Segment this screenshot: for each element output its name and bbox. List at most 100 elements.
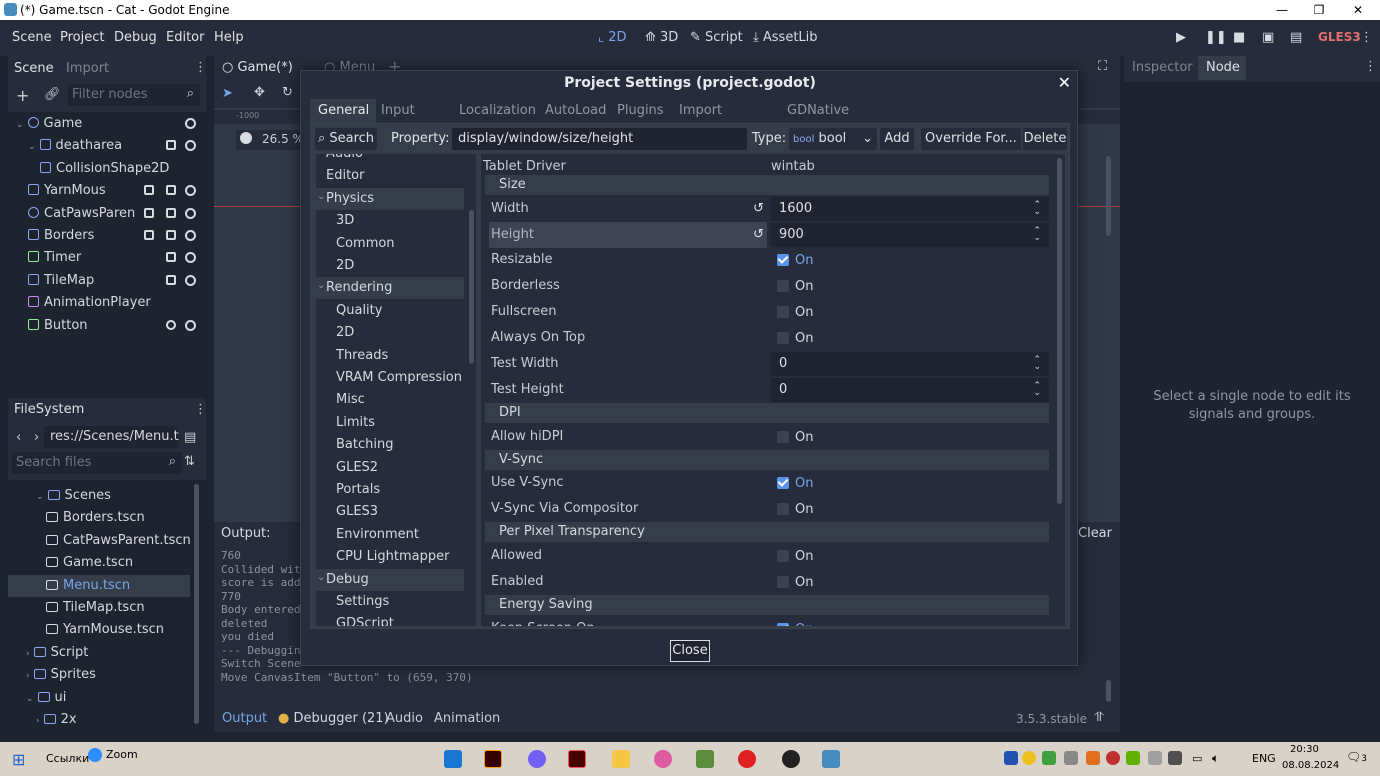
checkbox-field[interactable]: On bbox=[771, 617, 1049, 626]
mode-2d[interactable]: ⌞ 2D bbox=[598, 30, 627, 45]
menu-help[interactable]: Help bbox=[214, 30, 244, 45]
checkbox-field[interactable]: On bbox=[771, 326, 1049, 350]
tab-plugins[interactable]: Plugins bbox=[609, 99, 671, 123]
file-item[interactable]: TileMap.tscn bbox=[8, 597, 190, 619]
search-button[interactable]: ⌕ Search bbox=[315, 128, 377, 150]
chevron-right-icon[interactable]: › bbox=[26, 671, 30, 681]
zoom-app-icon[interactable] bbox=[88, 748, 102, 762]
delete-button[interactable]: Delete bbox=[1023, 128, 1067, 150]
file-item[interactable]: YarnMouse.tscn bbox=[8, 619, 190, 641]
checkbox-icon[interactable] bbox=[777, 254, 789, 267]
checkbox-icon[interactable] bbox=[777, 503, 789, 516]
signal-icon[interactable] bbox=[166, 319, 176, 330]
back-icon[interactable]: ‹ bbox=[16, 430, 21, 445]
folder-item[interactable]: › Script bbox=[8, 642, 190, 664]
mode-script[interactable]: ✎ Script bbox=[690, 30, 743, 45]
category-item[interactable]: GLES2 bbox=[316, 457, 464, 479]
scene-node[interactable]: Button bbox=[8, 315, 206, 337]
property-input[interactable]: display/window/size/height bbox=[452, 128, 747, 150]
nvidia-icon[interactable] bbox=[1126, 751, 1140, 765]
tab-animation[interactable]: Animation bbox=[434, 711, 500, 726]
network-icon[interactable]: ▭ bbox=[1192, 752, 1202, 765]
category-item[interactable]: Settings bbox=[316, 591, 464, 613]
menu-project[interactable]: Project bbox=[60, 30, 104, 45]
type-select[interactable]: bool bool ⌄ bbox=[789, 128, 877, 150]
property-row[interactable]: Width ↺ 1600 ⌃ ⌄ bbox=[485, 196, 1049, 222]
tab-game[interactable]: ○ Game(*) bbox=[222, 60, 293, 75]
chevron-down-icon[interactable]: ⌄ bbox=[28, 142, 36, 152]
scene-node[interactable]: YarnMous bbox=[8, 180, 206, 202]
tab-output[interactable]: Output bbox=[222, 711, 267, 726]
minimize-button[interactable]: — bbox=[1264, 0, 1300, 20]
property-scrollbar[interactable] bbox=[1057, 158, 1062, 504]
filter-nodes-input[interactable]: Filter nodes ⌕ bbox=[68, 84, 200, 106]
property-row[interactable]: Allow hiDPI On bbox=[485, 424, 1049, 450]
visibility-eye-icon[interactable] bbox=[185, 140, 196, 152]
pause-button[interactable]: ❚❚ bbox=[1205, 30, 1227, 45]
override-for-button[interactable]: Override For... bbox=[921, 128, 1021, 150]
tray-icon[interactable] bbox=[1106, 751, 1120, 765]
category-item[interactable]: GLES3 bbox=[316, 501, 464, 523]
checkbox-field[interactable]: On bbox=[771, 544, 1049, 568]
checkbox-icon[interactable] bbox=[777, 549, 789, 562]
category-item[interactable]: GDScript bbox=[316, 613, 464, 626]
scene-node[interactable]: ⌄ deatharea bbox=[8, 135, 206, 157]
tab-general[interactable]: General bbox=[310, 99, 376, 123]
checkbox-icon[interactable] bbox=[777, 306, 789, 319]
visibility-eye-icon[interactable] bbox=[185, 230, 196, 241]
tray-icon[interactable] bbox=[1148, 751, 1162, 765]
tab-import[interactable]: Import bbox=[66, 61, 109, 76]
menu-debug[interactable]: Debug bbox=[114, 30, 157, 45]
close-dialog-icon[interactable]: ✕ bbox=[1058, 73, 1071, 92]
chevron-down-icon[interactable]: ⌄ bbox=[317, 275, 325, 297]
property-row[interactable]: Fullscreen On bbox=[485, 299, 1049, 325]
tab-input-map[interactable]: Input Map bbox=[373, 99, 451, 142]
tab-localization[interactable]: Localization bbox=[451, 99, 541, 123]
checkbox-icon[interactable] bbox=[777, 575, 789, 588]
mode-assetlib[interactable]: ⤓ AssetLib bbox=[753, 30, 818, 45]
checkbox-field[interactable]: On bbox=[771, 570, 1049, 594]
clock-date[interactable]: 08.08.2024 bbox=[1282, 760, 1339, 771]
obs-icon[interactable] bbox=[782, 750, 800, 768]
path-field[interactable]: res://Scenes/Menu.t bbox=[44, 426, 179, 448]
script-icon[interactable] bbox=[166, 252, 176, 263]
add-button[interactable]: Add bbox=[880, 128, 914, 150]
file-item[interactable]: Borders.tscn bbox=[8, 507, 190, 529]
zoom-app-label[interactable]: Zoom bbox=[106, 748, 138, 761]
chevron-down-icon[interactable]: ⌄ bbox=[16, 120, 24, 130]
add-node-icon[interactable]: + bbox=[16, 86, 29, 105]
scene-node[interactable]: CollisionShape2D bbox=[8, 158, 206, 180]
chevron-right-icon[interactable]: › bbox=[26, 649, 30, 659]
links-toolbar[interactable]: Ссылки bbox=[46, 752, 89, 765]
move-tool-icon[interactable]: ✥ bbox=[254, 85, 265, 100]
category-item[interactable]: 2D bbox=[316, 255, 464, 277]
scene-node[interactable]: Borders bbox=[8, 225, 206, 247]
folder-item[interactable]: ⌄ ui bbox=[8, 687, 190, 709]
tab-audio[interactable]: Audio bbox=[386, 711, 423, 726]
play-button[interactable]: ▶ bbox=[1176, 30, 1186, 45]
minecraft-icon[interactable] bbox=[696, 750, 714, 768]
rotate-tool-icon[interactable]: ↻ bbox=[282, 85, 293, 100]
language-indicator[interactable]: ENG bbox=[1252, 752, 1276, 765]
visibility-eye-icon[interactable] bbox=[185, 319, 196, 331]
category-item[interactable]: Limits bbox=[316, 412, 464, 434]
visibility-eye-icon[interactable] bbox=[185, 185, 196, 197]
visibility-eye-icon[interactable] bbox=[185, 118, 196, 129]
category-item[interactable]: Misc bbox=[316, 389, 464, 411]
windows-start-icon[interactable]: ⊞ bbox=[12, 750, 25, 769]
close-button[interactable]: Close bbox=[670, 640, 710, 662]
tab-debugger[interactable]: ● Debugger (21) bbox=[278, 711, 389, 726]
tab-scene[interactable]: Scene bbox=[14, 61, 54, 76]
checkbox-icon[interactable] bbox=[777, 477, 789, 490]
instance-icon[interactable] bbox=[144, 230, 154, 240]
property-row[interactable]: Enabled On bbox=[485, 569, 1049, 595]
pin-panel-icon[interactable]: ⥣ bbox=[1094, 710, 1103, 725]
revert-icon[interactable]: ↺ bbox=[753, 196, 764, 222]
category-item[interactable]: Threads bbox=[316, 345, 464, 367]
sort-icon[interactable]: ⇅ bbox=[184, 454, 195, 469]
split-view-icon[interactable]: ▤ bbox=[184, 430, 196, 445]
link-icon[interactable]: 🔗︎ bbox=[44, 87, 61, 102]
folder-item[interactable]: › 2x bbox=[8, 709, 190, 731]
number-spinbox[interactable]: 900 ⌃ ⌄ bbox=[771, 222, 1049, 247]
dock-menu-icon[interactable]: ⋮ bbox=[1364, 59, 1377, 74]
